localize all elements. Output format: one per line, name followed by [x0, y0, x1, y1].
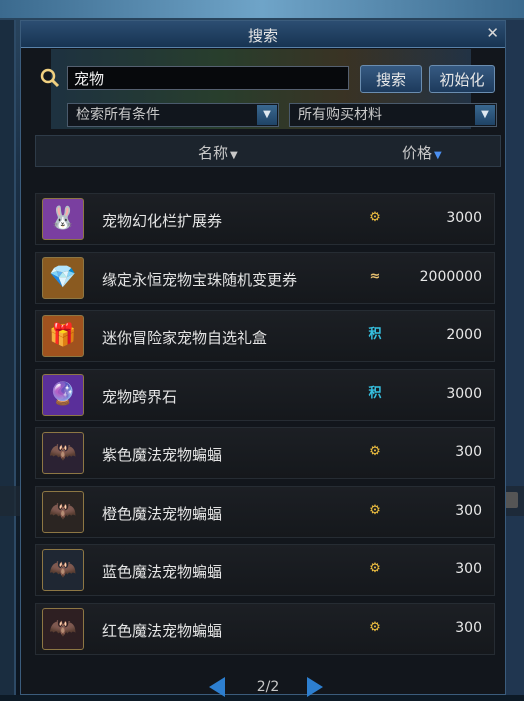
- reset-button[interactable]: 初始化: [429, 65, 495, 93]
- table-row[interactable]: 🔮 宠物跨界石 积 3000: [35, 368, 495, 421]
- gold-coin-icon: ⚙: [369, 619, 381, 635]
- table-row[interactable]: 🦇 橙色魔法宠物蝙蝠 ⚙ 300: [35, 485, 495, 538]
- name-column-header[interactable]: 名称 ▼: [198, 142, 238, 163]
- orange-bat-icon: 🦇: [42, 490, 84, 533]
- table-row[interactable]: 🎁 迷你冒险家宠物自选礼盒 积 2000: [35, 310, 495, 362]
- search-row: 宠物 搜索 初始化: [21, 65, 505, 93]
- material-dropdown-label: 所有购买材料: [298, 107, 382, 123]
- item-price: 3000: [446, 385, 482, 402]
- item-icon-glyph: 🎁: [49, 323, 77, 348]
- pet-gem-icon: 💎: [42, 256, 84, 299]
- table-row[interactable]: 🦇 红色魔法宠物蝙蝠 ⚙ 300: [35, 602, 495, 655]
- chevron-down-icon[interactable]: ▼: [475, 105, 495, 125]
- item-name: 橙色魔法宠物蝙蝠: [102, 504, 223, 523]
- chevron-down-icon[interactable]: ▼: [257, 105, 277, 125]
- material-dropdown[interactable]: 所有购买材料 ▼: [289, 103, 497, 127]
- item-name: 宠物跨界石: [102, 387, 178, 406]
- background-top-bar: [0, 0, 524, 18]
- name-header-label: 名称: [198, 144, 229, 162]
- item-name: 迷你冒险家宠物自选礼盒: [102, 329, 268, 347]
- item-price: 300: [455, 502, 482, 519]
- gold-coin-icon: ⚙: [369, 210, 381, 225]
- table-header: 名称 ▼ 价格 ▼: [35, 135, 501, 167]
- search-input[interactable]: 宠物: [67, 66, 349, 90]
- gold-coin-icon: ⚙: [369, 502, 381, 518]
- item-price: 300: [455, 619, 482, 636]
- close-icon[interactable]: ✕: [486, 24, 499, 42]
- sort-down-icon: ▼: [230, 150, 238, 161]
- gift-box-icon: 🎁: [42, 315, 84, 357]
- gold-coin-icon: ⚙: [369, 444, 381, 459]
- item-price: 300: [455, 444, 482, 460]
- condition-dropdown-label: 检索所有条件: [76, 107, 160, 123]
- item-price: 300: [455, 561, 482, 577]
- table-row[interactable]: 🐰 宠物幻化栏扩展券 ⚙ 3000: [35, 193, 495, 245]
- item-icon-glyph: 🦇: [49, 440, 77, 465]
- points-icon: 积: [368, 327, 382, 342]
- item-icon-glyph: 🔮: [49, 381, 77, 407]
- table-row[interactable]: 🦇 蓝色魔法宠物蝙蝠 ⚙ 300: [35, 544, 495, 596]
- title-bar[interactable]: 搜索 ✕: [21, 21, 505, 48]
- prev-page-icon[interactable]: [209, 677, 225, 697]
- condition-dropdown[interactable]: 检索所有条件 ▼: [67, 103, 279, 127]
- item-price: 2000: [446, 327, 482, 343]
- window-title: 搜索: [247, 27, 278, 45]
- gold-coin-icon: ⚙: [369, 561, 381, 576]
- search-window: 搜索 ✕ 宠物 搜索 初始化 检索所有条件 ▼ 所有购买材料 ▼ 名称 ▼ 价格 ▼…: [20, 20, 506, 697]
- item-icon-glyph: 🐰: [49, 206, 77, 231]
- pet-card-icon: 🐰: [42, 198, 84, 240]
- item-name: 宠物幻化栏扩展券: [102, 212, 223, 230]
- purple-bat-icon: 🦇: [42, 432, 84, 474]
- background-left-panel: [0, 20, 16, 695]
- crossover-stone-icon: 🔮: [42, 373, 84, 416]
- item-name: 红色魔法宠物蝙蝠: [102, 621, 223, 640]
- table-row[interactable]: 💎 缘定永恒宠物宝珠随机变更券 ≈2000000: [35, 251, 495, 304]
- item-icon-glyph: 💎: [49, 264, 77, 290]
- item-price: 2000000: [419, 268, 482, 285]
- blue-bat-icon: 🦇: [42, 549, 84, 591]
- search-icon: [39, 67, 61, 89]
- results-table: 名称 ▼ 价格 ▼ 🐰 宠物幻化栏扩展券 ⚙ 3000 💎 缘定永恒宠物宝珠随机变更券 ≈200…: [35, 135, 501, 659]
- item-name: 蓝色魔法宠物蝙蝠: [102, 563, 223, 581]
- page-indicator: 2/2: [256, 679, 280, 695]
- item-icon-glyph: 🦇: [49, 498, 77, 524]
- search-button[interactable]: 搜索: [360, 65, 422, 93]
- pagination: 2/2: [203, 673, 333, 701]
- gold-ingot-icon: ≈: [369, 268, 381, 284]
- next-page-icon[interactable]: [307, 677, 323, 697]
- item-price: 3000: [446, 210, 482, 226]
- trash-icon: [504, 492, 518, 508]
- item-icon-glyph: 🦇: [49, 615, 77, 641]
- price-column-header[interactable]: 价格 ▼: [402, 142, 442, 163]
- red-bat-icon: 🦇: [42, 607, 84, 650]
- table-row[interactable]: 🦇 紫色魔法宠物蝙蝠 ⚙ 300: [35, 427, 495, 479]
- points-icon: 积: [368, 385, 382, 401]
- item-name: 缘定永恒宠物宝珠随机变更券: [102, 270, 298, 289]
- price-header-label: 价格: [402, 144, 433, 162]
- item-icon-glyph: 🦇: [49, 557, 77, 582]
- sort-down-icon: ▼: [434, 150, 442, 161]
- item-name: 紫色魔法宠物蝙蝠: [102, 446, 223, 464]
